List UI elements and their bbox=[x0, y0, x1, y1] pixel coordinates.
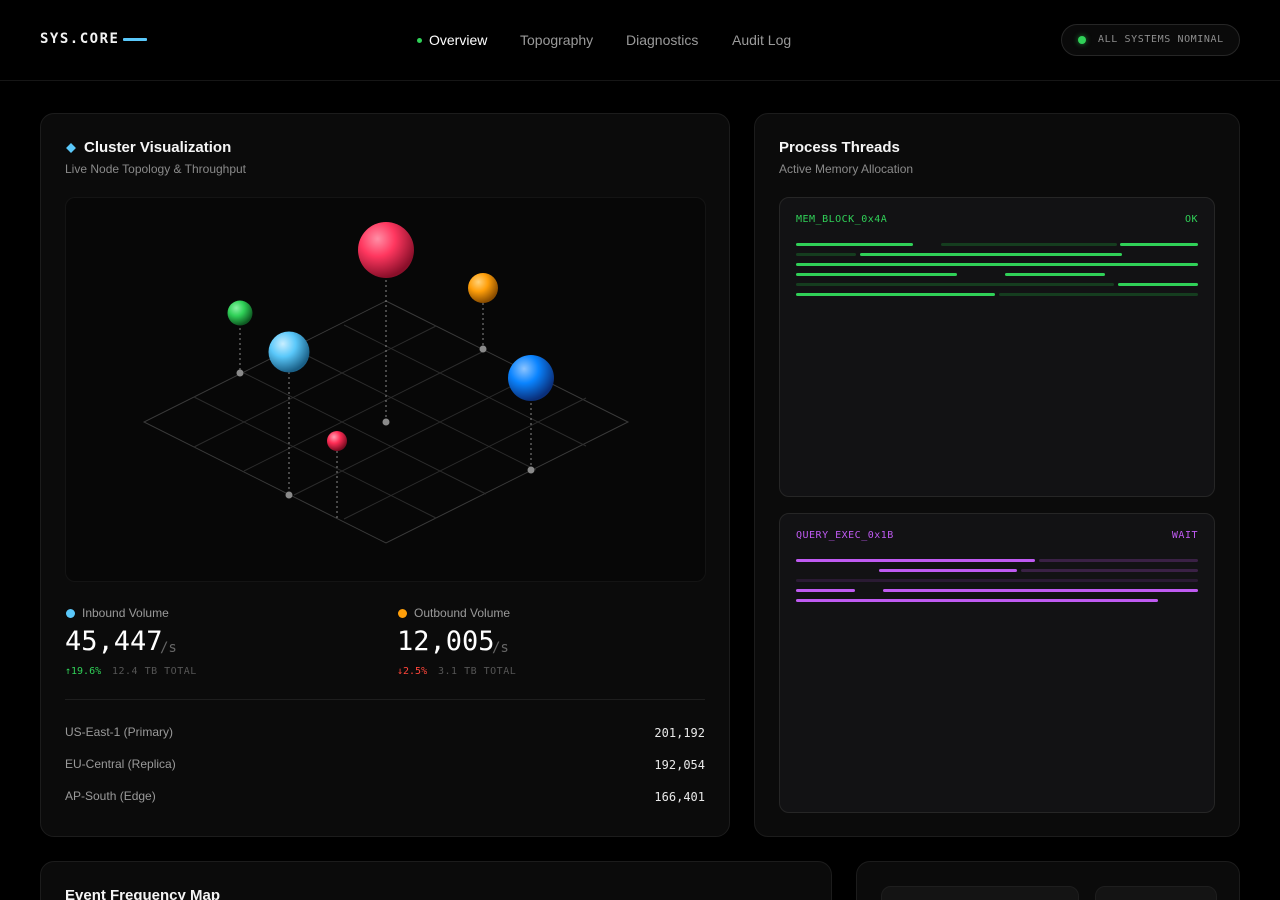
outbound-unit: /s bbox=[492, 640, 509, 656]
cluster-title: Cluster Visualization bbox=[84, 139, 232, 156]
thread-panel-query-exec[interactable]: QUERY_EXEC_0x1B WAIT bbox=[779, 513, 1215, 813]
outbound-change: ↓2.5% bbox=[397, 666, 428, 677]
system-status-pill[interactable]: ALL SYSTEMS NOMINAL bbox=[1061, 24, 1240, 56]
nav-item-audit-log[interactable]: Audit Log bbox=[732, 32, 791, 48]
allocation-bar bbox=[796, 263, 1198, 266]
region-value-eu-central: 192,054 bbox=[654, 758, 705, 772]
cluster-topology-viz[interactable] bbox=[65, 197, 706, 582]
region-value-us-east: 201,192 bbox=[654, 726, 705, 740]
allocation-bar bbox=[796, 243, 913, 246]
process-subtitle: Active Memory Allocation bbox=[779, 162, 914, 176]
node-sphere-cyan[interactable] bbox=[268, 331, 310, 373]
thread-name: QUERY_EXEC_0x1B bbox=[796, 530, 894, 541]
bottom-right-card bbox=[856, 861, 1240, 900]
outbound-value: 12,005 bbox=[397, 626, 495, 657]
outbound-total: 3.1 TB TOTAL bbox=[438, 666, 517, 677]
stat-tile[interactable] bbox=[881, 886, 1079, 900]
inbound-unit: /s bbox=[160, 640, 177, 656]
node-sphere-red[interactable] bbox=[358, 222, 414, 278]
inbound-color-dot bbox=[66, 609, 75, 618]
allocation-bar bbox=[796, 579, 1198, 582]
system-status-label: ALL SYSTEMS NOMINAL bbox=[1098, 34, 1224, 45]
inbound-label: Inbound Volume bbox=[82, 606, 169, 620]
allocation-bar bbox=[1120, 243, 1198, 246]
inbound-value: 45,447 bbox=[65, 626, 163, 657]
nav-item-topography[interactable]: Topography bbox=[520, 32, 593, 48]
outbound-label: Outbound Volume bbox=[414, 606, 511, 620]
status-indicator-icon bbox=[1078, 36, 1086, 44]
region-label-us-east: US-East-1 (Primary) bbox=[65, 725, 174, 739]
node-sphere-orange[interactable] bbox=[468, 273, 498, 303]
thread-status: OK bbox=[1184, 214, 1198, 225]
allocation-bar bbox=[1021, 569, 1198, 572]
allocation-bar bbox=[1005, 273, 1105, 276]
allocation-bar bbox=[883, 589, 1198, 592]
cluster-visualization-card: Cluster Visualization Live Node Topology… bbox=[40, 113, 730, 837]
allocation-bar bbox=[796, 273, 957, 276]
diamond-icon bbox=[66, 143, 76, 153]
brand-accent-bar bbox=[123, 38, 147, 41]
process-threads-card: Process Threads Active Memory Allocation… bbox=[754, 113, 1240, 837]
region-value-ap-south: 166,401 bbox=[654, 790, 705, 804]
inbound-change: ↑19.6% bbox=[65, 666, 102, 677]
cluster-subtitle: Live Node Topology & Throughput bbox=[65, 162, 247, 176]
thread-panel-mem-block[interactable]: MEM_BLOCK_0x4A OK bbox=[779, 197, 1215, 497]
allocation-bar bbox=[796, 559, 1035, 562]
inbound-total: 12.4 TB TOTAL bbox=[112, 666, 197, 677]
top-bar: SYS.CORE Overview Topography Diagnostics… bbox=[0, 0, 1280, 81]
allocation-bar bbox=[941, 243, 1117, 246]
allocation-bar bbox=[796, 599, 1158, 602]
region-label-ap-south: AP-South (Edge) bbox=[65, 789, 156, 803]
allocation-bar bbox=[796, 283, 1114, 286]
outbound-color-dot bbox=[398, 609, 407, 618]
allocation-bar bbox=[796, 293, 995, 296]
allocation-bar bbox=[1039, 559, 1198, 562]
node-sphere-pink[interactable] bbox=[327, 431, 347, 451]
nav-item-diagnostics[interactable]: Diagnostics bbox=[626, 32, 698, 48]
node-sphere-blue[interactable] bbox=[508, 355, 554, 401]
region-label-eu-central: EU-Central (Replica) bbox=[65, 757, 176, 771]
process-title: Process Threads bbox=[779, 139, 900, 156]
allocation-bar bbox=[796, 589, 855, 592]
allocation-bar bbox=[860, 253, 1122, 256]
node-sphere-green[interactable] bbox=[227, 300, 253, 326]
stat-tile[interactable] bbox=[1095, 886, 1217, 900]
metrics-divider bbox=[65, 699, 705, 700]
active-nav-indicator bbox=[417, 38, 422, 43]
allocation-bar bbox=[999, 293, 1198, 296]
brand-logo[interactable]: SYS.CORE bbox=[40, 31, 119, 47]
topology-graph[interactable] bbox=[66, 198, 706, 582]
event-frequency-card: Event Frequency Map bbox=[40, 861, 832, 900]
event-map-title: Event Frequency Map bbox=[65, 887, 221, 900]
allocation-bar bbox=[879, 569, 1017, 572]
allocation-bar bbox=[796, 253, 856, 256]
thread-name: MEM_BLOCK_0x4A bbox=[796, 214, 888, 225]
allocation-bar bbox=[1118, 283, 1198, 286]
thread-status: WAIT bbox=[1171, 530, 1198, 541]
nav-item-overview[interactable]: Overview bbox=[429, 32, 487, 48]
